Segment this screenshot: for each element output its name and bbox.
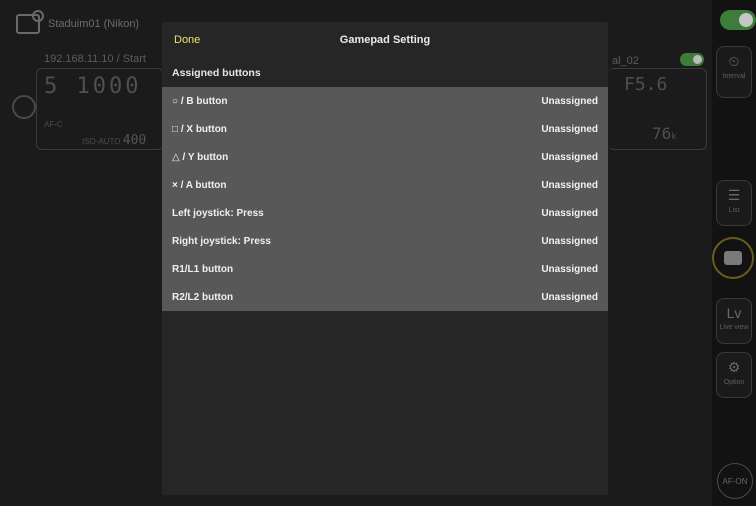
row-label: Left joystick: Press bbox=[172, 207, 264, 219]
option-button[interactable]: ⚙ Option bbox=[716, 352, 752, 398]
row-value: Unassigned bbox=[541, 95, 598, 107]
camera-header[interactable]: Staduim01 (Nikon) bbox=[16, 10, 140, 34]
connection-toggle[interactable] bbox=[720, 10, 756, 30]
gear-icon: ⚙ bbox=[727, 359, 741, 375]
assignment-row-cross-a[interactable]: × / A button Unassigned bbox=[162, 171, 608, 199]
assignment-row-r1-l1[interactable]: R1/L1 button Unassigned bbox=[162, 255, 608, 283]
row-value: Unassigned bbox=[541, 179, 598, 191]
assignment-row-left-joystick[interactable]: Left joystick: Press Unassigned bbox=[162, 199, 608, 227]
second-camera-toggle[interactable] bbox=[680, 53, 704, 66]
assignment-row-triangle-y[interactable]: △ / Y button Unassigned bbox=[162, 143, 608, 171]
interval-button[interactable]: ⏲ Interval bbox=[716, 46, 752, 98]
list-icon: ☰ bbox=[727, 187, 741, 203]
liveview-button[interactable]: Lv Live view bbox=[716, 298, 752, 344]
shots-remaining-unit: k bbox=[671, 132, 677, 142]
iso-readout: ISO-AUTO 400 bbox=[82, 133, 146, 148]
assignment-row-square-x[interactable]: □ / X button Unassigned bbox=[162, 115, 608, 143]
row-value: Unassigned bbox=[541, 235, 598, 247]
row-value: Unassigned bbox=[541, 123, 598, 135]
liveview-label: Live view bbox=[719, 324, 749, 331]
shutter-button[interactable] bbox=[712, 237, 754, 279]
row-label: △ / Y button bbox=[172, 151, 229, 163]
af-on-button[interactable]: AF-ON bbox=[717, 463, 753, 499]
camera-status: 192.168.11.10 / Start bbox=[44, 53, 146, 65]
assignment-row-circle-b[interactable]: ○ / B button Unassigned bbox=[162, 87, 608, 115]
row-value: Unassigned bbox=[541, 207, 598, 219]
dialog-header: Done Gamepad Setting bbox=[162, 22, 608, 60]
interval-icon: ⏲ bbox=[728, 53, 740, 69]
interval-label: Interval bbox=[722, 73, 746, 80]
aperture-display: F5.6 bbox=[624, 74, 668, 95]
shots-remaining-value: 76 bbox=[652, 124, 672, 143]
row-label: □ / X button bbox=[172, 123, 227, 135]
row-label: × / A button bbox=[172, 179, 227, 191]
shots-remaining: 76k bbox=[652, 124, 677, 143]
assigned-buttons-header: Assigned buttons bbox=[172, 67, 261, 79]
list-label: List bbox=[728, 207, 740, 214]
row-label: Right joystick: Press bbox=[172, 235, 271, 247]
camera-name: Staduim01 (Nikon) bbox=[48, 18, 140, 30]
gamepad-setting-dialog: Done Gamepad Setting Assigned buttons ○ … bbox=[162, 22, 608, 495]
button-assignment-list: ○ / B button Unassigned □ / X button Una… bbox=[162, 87, 608, 311]
option-label: Option bbox=[723, 379, 745, 386]
row-label: R1/L1 button bbox=[172, 263, 234, 275]
assignment-row-r2-l2[interactable]: R2/L2 button Unassigned bbox=[162, 283, 608, 311]
row-value: Unassigned bbox=[541, 291, 598, 303]
row-value: Unassigned bbox=[541, 151, 598, 163]
af-mode-label: AF-C bbox=[44, 120, 63, 129]
iso-value: 400 bbox=[122, 133, 147, 148]
assignment-row-right-joystick[interactable]: Right joystick: Press Unassigned bbox=[162, 227, 608, 255]
liveview-glyph: Lv bbox=[726, 305, 742, 321]
dialog-title: Gamepad Setting bbox=[339, 34, 431, 46]
row-value: Unassigned bbox=[541, 263, 598, 275]
row-label: R2/L2 button bbox=[172, 291, 234, 303]
second-camera-label: al_02 bbox=[612, 55, 639, 67]
camera-wifi-icon bbox=[16, 10, 44, 34]
iso-label: ISO-AUTO bbox=[82, 137, 121, 146]
row-label: ○ / B button bbox=[172, 95, 228, 107]
shutter-speed-display: 5 1000 bbox=[44, 74, 142, 99]
list-button[interactable]: ☰ List bbox=[716, 180, 752, 226]
camera-capture-icon[interactable] bbox=[12, 95, 36, 119]
